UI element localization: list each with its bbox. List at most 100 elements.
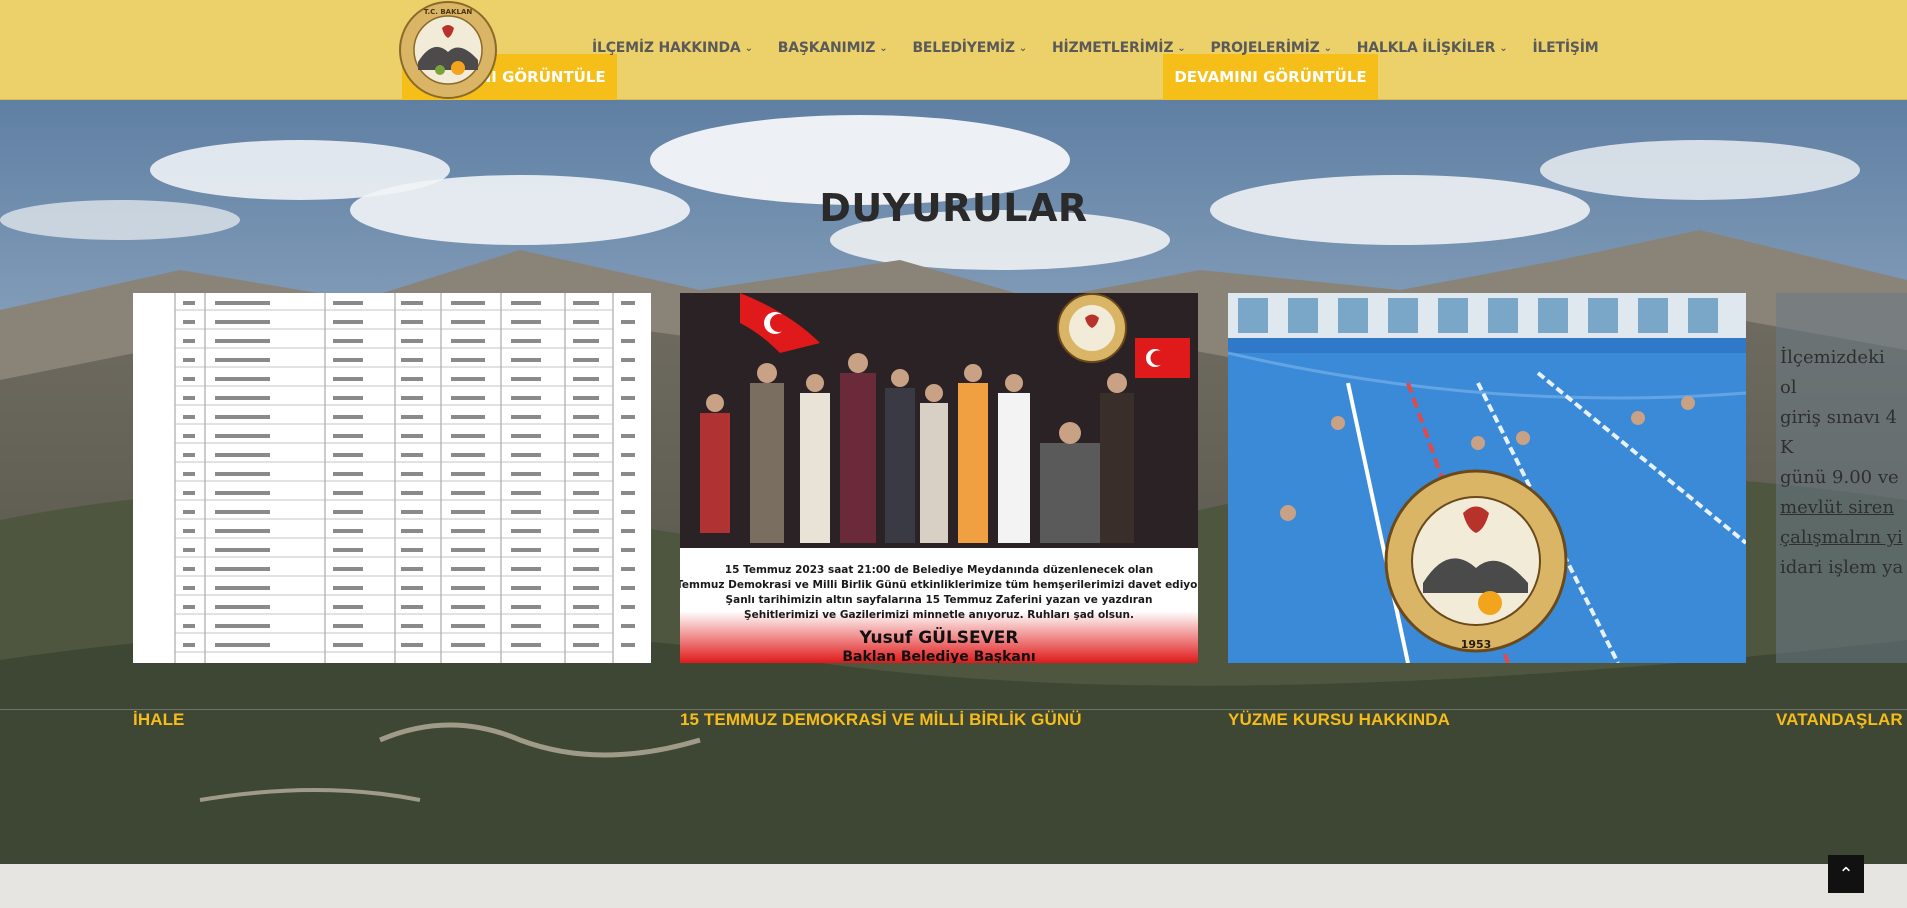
footer-strip	[0, 864, 1907, 908]
table-cell-text	[333, 415, 363, 419]
card-image-yuzme-kursu[interactable]: 1953	[1228, 293, 1746, 663]
table-cell-text	[573, 301, 599, 305]
table-cell-text	[573, 586, 599, 590]
table-cell-text	[451, 415, 485, 419]
table-cell-text	[401, 586, 423, 590]
table-cell-text	[451, 453, 485, 457]
table-cell-text	[333, 567, 363, 571]
table-cell-text	[573, 567, 599, 571]
nav-hizmetlerimiz[interactable]: HİZMETLERİMİZ ⌄	[1052, 40, 1186, 56]
chevron-down-icon: ⌄	[744, 42, 753, 54]
table-cell-text	[621, 586, 635, 590]
table-cell-text	[333, 320, 363, 324]
table-cell-text	[333, 339, 363, 343]
table-cell-text	[621, 301, 635, 305]
nav-baskanimiz[interactable]: BAŞKANIMIZ ⌄	[778, 40, 888, 56]
card-title-vatandaslar[interactable]: VATANDAŞLAR	[1776, 710, 1903, 730]
table-cell-text	[451, 434, 485, 438]
section-title: DUYURULAR	[819, 186, 1088, 230]
table-cell-text	[183, 339, 195, 343]
table-cell-text	[451, 510, 485, 514]
nav-halkla-iliskiler[interactable]: HALKLA İLİŞKİLER ⌄	[1357, 40, 1508, 56]
table-cell-text	[401, 510, 423, 514]
table-cell-text	[215, 434, 270, 438]
table-cell-text	[401, 320, 423, 324]
table-cell-text	[215, 510, 270, 514]
table-cell-text	[401, 491, 423, 495]
table-cell-text	[401, 472, 423, 476]
table-cell-text	[401, 453, 423, 457]
table-cell-text	[333, 434, 363, 438]
svg-text:15 Temmuz Demokrasi ve Milli B: 15 Temmuz Demokrasi ve Milli Birlik Günü…	[680, 579, 1198, 591]
table-cell-text	[451, 472, 485, 476]
double-chevron-up-icon: ⌃	[1838, 863, 1854, 884]
table-cell-text	[511, 377, 541, 381]
table-cell-text	[511, 624, 541, 628]
table-cell-text	[621, 377, 635, 381]
table-cell-text	[621, 453, 635, 457]
table-cell-text	[573, 548, 599, 552]
table-cell-text	[573, 358, 599, 362]
table-cell-text	[621, 510, 635, 514]
nav-belediyemiz[interactable]: BELEDİYEMİZ ⌄	[912, 40, 1027, 56]
table-cell-text	[573, 320, 599, 324]
table-cell-text	[573, 529, 599, 533]
table-cell-text	[451, 301, 485, 305]
card-title-yuzme-kursu[interactable]: YÜZME KURSU HAKKINDA	[1228, 710, 1450, 730]
card-image-15-temmuz[interactable]: 15 Temmuz 2023 saat 21:00 de Belediye Me…	[680, 293, 1198, 663]
table-cell-text	[401, 377, 423, 381]
table-cell-text	[215, 301, 270, 305]
chevron-down-icon: ⌄	[1323, 42, 1332, 54]
table-cell-text	[573, 396, 599, 400]
table-cell-text	[333, 301, 363, 305]
card-image-ihale[interactable]	[133, 293, 651, 663]
table-cell-text	[183, 472, 195, 476]
table-cell-text	[401, 396, 423, 400]
card-image-vatandaslar[interactable]: İlçemizdeki ol giriş sınavı 4 K günü 9.0…	[1776, 293, 1907, 663]
table-cell-text	[215, 586, 270, 590]
table-cell-text	[401, 643, 423, 647]
table-cell-text	[511, 548, 541, 552]
table-cell-text	[333, 643, 363, 647]
table-cell-text	[215, 643, 270, 647]
baklan-municipality-logo[interactable]: T.C. BAKLAN	[398, 0, 498, 100]
table-cell-text	[183, 529, 195, 533]
nav-ilcemiz-hakkinda[interactable]: İLÇEMİZ HAKKINDA ⌄	[592, 40, 753, 56]
table-cell-text	[183, 548, 195, 552]
table-cell-text	[183, 415, 195, 419]
nav-projelerimiz[interactable]: PROJELERİMİZ ⌄	[1210, 40, 1331, 56]
view-more-button-2[interactable]: DEVAMINI GÖRÜNTÜLE	[1163, 54, 1378, 100]
table-cell-text	[183, 624, 195, 628]
table-cell-text	[511, 491, 541, 495]
card-title-ihale[interactable]: İHALE	[133, 710, 185, 730]
table-cell-text	[215, 396, 270, 400]
table-cell-text	[451, 548, 485, 552]
table-cell-text	[621, 605, 635, 609]
scroll-to-top-button[interactable]: ⌃	[1828, 855, 1864, 893]
table-cell-text	[511, 320, 541, 324]
table-cell-text	[511, 643, 541, 647]
table-cell-text	[451, 339, 485, 343]
table-cell-text	[333, 472, 363, 476]
table-cell-text	[183, 320, 195, 324]
table-cell-text	[183, 396, 195, 400]
table-cell-text	[511, 529, 541, 533]
table-cell-text	[183, 643, 195, 647]
table-cell-text	[183, 301, 195, 305]
table-cell-text	[573, 510, 599, 514]
table-cell-text	[451, 377, 485, 381]
chevron-down-icon: ⌄	[1499, 42, 1508, 54]
table-cell-text	[333, 510, 363, 514]
table-cell-text	[333, 586, 363, 590]
table-cell-text	[621, 548, 635, 552]
nav-iletisim[interactable]: İLETİŞİM	[1532, 40, 1598, 56]
table-cell-text	[215, 339, 270, 343]
table-cell-text	[333, 548, 363, 552]
table-cell-text	[511, 301, 541, 305]
table-cell-text	[215, 567, 270, 571]
chevron-down-icon: ⌄	[879, 42, 888, 54]
card-title-15-temmuz[interactable]: 15 TEMMUZ DEMOKRASİ VE MİLLİ BİRLİK GÜNÜ	[680, 710, 1082, 730]
table-cell-text	[573, 472, 599, 476]
table-cell-text	[183, 510, 195, 514]
table-cell-text	[621, 434, 635, 438]
